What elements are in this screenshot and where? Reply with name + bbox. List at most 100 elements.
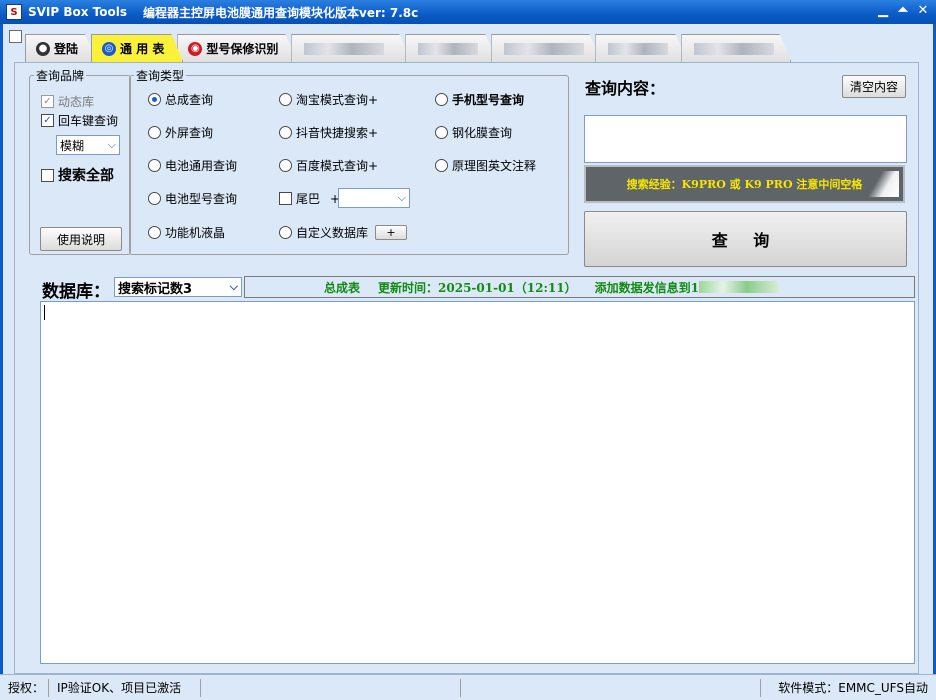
radio-dot [279, 93, 292, 106]
warranty-icon: ◉ [188, 42, 202, 56]
redacted-contact [698, 281, 779, 293]
redacted-tab-label [608, 43, 668, 55]
check-icon: ✓ [41, 114, 54, 127]
radio-dot [435, 93, 448, 106]
dynamic-lib-label: 动态库 [58, 95, 95, 109]
update-time: 更新时间：2025-01-01（12:11） [378, 280, 577, 295]
database-select-value: 搜索标记数3 [118, 281, 193, 297]
status-bar: 授权： IP验证OK、项目已激活 软件模式：EMMC_UFS自动 [0, 674, 936, 700]
radio-label: 电池通用查询 [165, 159, 238, 173]
minimize-icon[interactable]: ▁ [876, 3, 890, 19]
radio-label: 手机型号查询 [452, 93, 525, 107]
radio-feature-phone-lcd[interactable]: 功能机液晶 [148, 224, 225, 241]
radio-schematic-annotation[interactable]: 原理图英文注释 [435, 157, 536, 174]
radio-dot [279, 159, 292, 172]
radio-label: 淘宝模式查询+ [296, 93, 379, 107]
radio-tempered-film-query[interactable]: 钢化膜查询 [435, 124, 512, 141]
query-content-title: 查询内容： [585, 79, 666, 98]
window-controls: ▁ ⏶ ✕ [876, 3, 930, 19]
tip-gloss [869, 171, 899, 197]
custom-db-add-button[interactable]: + [375, 225, 407, 240]
status-empty [460, 678, 760, 697]
tab-redacted[interactable] [681, 34, 791, 62]
app-title: SVIP Box Tools [28, 5, 128, 19]
match-mode-select[interactable]: 模糊 ⌵ [56, 135, 120, 155]
search-icon: ◎ [102, 42, 116, 56]
radio-dot [435, 159, 448, 172]
tab-strip: ● 登陆 ◎ 通 用 表 ◉ 型号保修识别 [25, 34, 785, 62]
tab-redacted[interactable] [491, 34, 601, 62]
tail-label: 尾巴 [296, 192, 321, 206]
redacted-tab-label [694, 43, 774, 55]
radio-phone-model-query[interactable]: 手机型号查询 [435, 91, 524, 108]
radio-douyin-search[interactable]: 抖音快捷搜索+ [279, 124, 378, 141]
radio-dot [148, 192, 161, 205]
radio-dot [148, 226, 161, 239]
tab-label: 通 用 表 [120, 42, 165, 56]
search-tip-text: 搜索经验：K9PRO 或 K9 PRO 注意中间空格 [626, 178, 863, 191]
radio-outer-screen-query[interactable]: 外屏查询 [148, 124, 213, 141]
database-select[interactable]: 搜索标记数3 ⌵ [114, 277, 242, 297]
help-button[interactable]: 使用说明 [40, 227, 122, 251]
check-icon: ✓ [41, 95, 54, 108]
auth-status: IP验证OK、项目已激活 [48, 678, 200, 697]
client-area: ● 登陆 ◎ 通 用 表 ◉ 型号保修识别 查询品牌 ✓ 动态库 ✓ 回车键查询 [0, 24, 936, 674]
checkbox-box [41, 168, 54, 182]
tab-general-table[interactable]: ◎ 通 用 表 [91, 34, 183, 62]
radio-label: 自定义数据库 [296, 226, 369, 240]
login-icon: ● [36, 42, 50, 56]
tab-warranty[interactable]: ◉ 型号保修识别 [177, 34, 297, 62]
match-mode-value: 模糊 [60, 138, 85, 153]
close-icon[interactable]: ✕ [916, 3, 930, 19]
app-description: 编程器主控屏电池膜通用查询模块化版本ver: 7.8c [143, 5, 419, 20]
app-icon: S [6, 4, 22, 20]
software-mode: 软件模式：EMMC_UFS自动 [760, 678, 936, 697]
add-data-contact: 添加数据发信息到1 [594, 280, 699, 295]
dynamic-lib-checkbox[interactable]: ✓ 动态库 [41, 93, 94, 110]
tail-checkbox[interactable]: 尾巴 + [279, 190, 340, 207]
database-info-bar: 总成表 更新时间：2025-01-01（12:11） 添加数据发信息到1 [244, 276, 915, 298]
chevron-down-icon: ⌵ [397, 191, 406, 204]
radio-taobao-mode[interactable]: 淘宝模式查询+ [279, 91, 378, 108]
search-button[interactable]: 查 询 [584, 211, 907, 267]
radio-baidu-mode[interactable]: 百度模式查询+ [279, 157, 378, 174]
tail-select[interactable]: ⌵ [338, 188, 410, 208]
tab-label: 型号保修识别 [206, 42, 279, 56]
radio-label: 电池型号查询 [165, 192, 238, 206]
corner-checkbox[interactable] [9, 30, 22, 43]
results-textarea[interactable] [40, 301, 915, 664]
search-all-checkbox[interactable]: 搜索全部 [41, 165, 114, 185]
enter-query-label: 回车键查询 [58, 114, 119, 128]
restore-icon[interactable]: ⏶ [896, 3, 910, 19]
brand-group-legend: 查询品牌 [36, 69, 85, 83]
radio-custom-database[interactable]: 自定义数据库 [279, 224, 368, 241]
tab-label: 登陆 [54, 42, 79, 56]
radio-label: 外屏查询 [165, 126, 214, 140]
general-table-panel: 查询品牌 ✓ 动态库 ✓ 回车键查询 模糊 ⌵ 搜索全部 使用说明 查询类型 总… [14, 62, 919, 674]
clear-content-button[interactable]: 清空内容 [842, 75, 906, 98]
radio-dot [279, 226, 292, 239]
radio-label: 功能机液晶 [165, 226, 226, 240]
tab-login[interactable]: ● 登陆 [25, 34, 97, 62]
radio-label: 百度模式查询+ [296, 159, 379, 173]
radio-assembly-query[interactable]: 总成查询 [148, 91, 213, 108]
checkbox-box [279, 192, 292, 205]
tab-redacted[interactable] [405, 34, 497, 62]
title-bar: S SVIP Box Tools 编程器主控屏电池膜通用查询模块化版本ver: … [0, 0, 936, 24]
table-name: 总成表 [324, 280, 361, 295]
search-all-label: 搜索全部 [58, 168, 114, 184]
radio-battery-general-query[interactable]: 电池通用查询 [148, 157, 237, 174]
radio-dot [148, 93, 161, 106]
enter-query-checkbox[interactable]: ✓ 回车键查询 [41, 112, 118, 129]
tab-redacted[interactable] [595, 34, 687, 62]
redacted-tab-label [304, 43, 384, 55]
radio-label: 原理图英文注释 [452, 159, 537, 173]
radio-battery-model-query[interactable]: 电池型号查询 [148, 190, 237, 207]
radio-dot [279, 126, 292, 139]
database-label: 数据库： [42, 282, 110, 302]
query-input[interactable] [584, 115, 907, 163]
tab-redacted[interactable] [291, 34, 411, 62]
text-caret [44, 305, 45, 320]
chevron-down-icon: ⌵ [107, 138, 116, 151]
redacted-tab-label [418, 43, 478, 55]
